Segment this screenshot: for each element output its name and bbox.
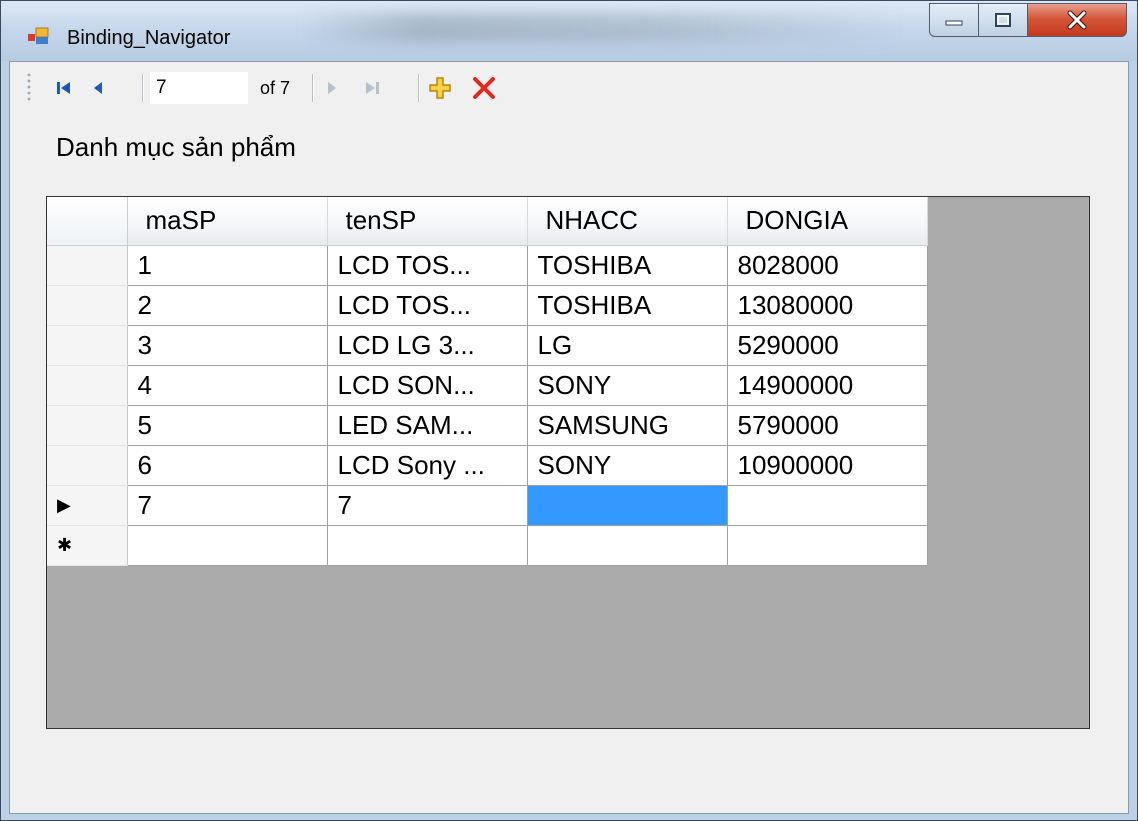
count-label: of 7 — [260, 78, 291, 98]
cell-dongia[interactable] — [727, 525, 928, 566]
cell-dongia[interactable] — [727, 485, 928, 526]
row-header[interactable] — [47, 405, 128, 446]
current-row-indicator[interactable]: ▶ — [47, 485, 128, 526]
toolbar-separator — [418, 74, 419, 102]
cell-masp[interactable] — [127, 525, 328, 566]
minimize-icon — [945, 20, 963, 26]
move-last-icon — [366, 82, 379, 94]
cell-nhacc-selected[interactable] — [527, 485, 728, 526]
cell-nhacc[interactable]: SONY — [527, 365, 728, 406]
products-data-grid[interactable]: maSP tenSP NHACC DONGIA 1 LCD TOS... TOS… — [46, 196, 1090, 729]
move-next-button[interactable] — [318, 74, 346, 102]
add-new-icon — [429, 77, 451, 99]
cell-tensp[interactable]: LCD TOS... — [327, 285, 528, 326]
cell-tensp[interactable] — [327, 525, 528, 566]
move-first-button[interactable] — [50, 74, 78, 102]
toolbar-separator — [312, 74, 313, 102]
move-previous-button[interactable] — [84, 74, 112, 102]
cell-nhacc[interactable]: SONY — [527, 445, 728, 486]
new-row[interactable]: ✱ — [47, 525, 928, 566]
row-header[interactable] — [47, 325, 128, 366]
cell-dongia[interactable]: 14900000 — [727, 365, 928, 406]
window-title: Binding_Navigator — [67, 27, 231, 49]
table-row[interactable]: 6 LCD Sony ... SONY 10900000 — [47, 445, 928, 486]
cell-tensp[interactable]: LCD LG 3... — [327, 325, 528, 366]
cell-nhacc[interactable]: TOSHIBA — [527, 245, 728, 286]
cell-dongia[interactable]: 8028000 — [727, 245, 928, 286]
row-header[interactable] — [47, 245, 128, 286]
cell-tensp[interactable]: 7 — [327, 485, 528, 526]
table-row[interactable]: 1 LCD TOS... TOSHIBA 8028000 — [47, 245, 928, 286]
column-header-tensp[interactable]: tenSP — [327, 197, 528, 246]
table-row[interactable]: 4 LCD SON... SONY 14900000 — [47, 365, 928, 406]
position-input[interactable] — [150, 72, 248, 104]
move-first-icon — [57, 82, 70, 94]
page-title: Danh mục sản phẩm — [56, 132, 296, 162]
title-bar[interactable]: Binding_Navigator — [1, 1, 1137, 61]
cell-tensp[interactable]: LCD Sony ... — [327, 445, 528, 486]
cell-nhacc[interactable] — [527, 525, 728, 566]
close-icon — [1067, 10, 1087, 30]
row-header[interactable] — [47, 285, 128, 326]
row-header[interactable] — [47, 445, 128, 486]
maximize-button[interactable] — [978, 3, 1028, 37]
delete-button[interactable] — [470, 74, 498, 102]
cell-nhacc[interactable]: SAMSUNG — [527, 405, 728, 446]
form-client-area: of 7 — [9, 61, 1129, 814]
grid-corner-header[interactable] — [47, 197, 128, 246]
table-row[interactable]: 2 LCD TOS... TOSHIBA 13080000 — [47, 285, 928, 326]
cell-nhacc[interactable]: TOSHIBA — [527, 285, 728, 326]
cell-tensp[interactable]: LCD SON... — [327, 365, 528, 406]
move-next-icon — [328, 82, 336, 94]
delete-icon — [473, 77, 495, 99]
minimize-button[interactable] — [929, 3, 979, 37]
toolbar-grip[interactable] — [26, 72, 32, 102]
cell-dongia[interactable]: 10900000 — [727, 445, 928, 486]
cell-masp[interactable]: 7 — [127, 485, 328, 526]
cell-masp[interactable]: 2 — [127, 285, 328, 326]
add-new-button[interactable] — [426, 74, 454, 102]
column-header-nhacc[interactable]: NHACC — [527, 197, 728, 246]
title-bar-background — [301, 13, 901, 43]
table-row[interactable]: 5 LED SAM... SAMSUNG 5790000 — [47, 405, 928, 446]
cell-dongia[interactable]: 5290000 — [727, 325, 928, 366]
cell-masp[interactable]: 6 — [127, 445, 328, 486]
table-row-current[interactable]: ▶ 7 7 — [47, 485, 928, 526]
cell-tensp[interactable]: LCD TOS... — [327, 245, 528, 286]
maximize-icon — [995, 13, 1011, 27]
binding-navigator-window: Binding_Navigator 7 of 7 Danh mục sản ph… — [0, 0, 1138, 821]
cell-masp[interactable]: 3 — [127, 325, 328, 366]
form-icon — [28, 27, 49, 44]
toolbar-separator — [142, 74, 143, 102]
cell-masp[interactable]: 1 — [127, 245, 328, 286]
new-row-indicator[interactable]: ✱ — [47, 525, 128, 566]
cell-masp[interactable]: 4 — [127, 365, 328, 406]
cell-nhacc[interactable]: LG — [527, 325, 728, 366]
column-header-masp[interactable]: maSP — [127, 197, 328, 246]
cell-masp[interactable]: 5 — [127, 405, 328, 446]
cell-dongia[interactable]: 13080000 — [727, 285, 928, 326]
column-header-dongia[interactable]: DONGIA — [727, 197, 928, 246]
binding-navigator-toolbar: of 7 — [10, 62, 1128, 118]
table-row[interactable]: 3 LCD LG 3... LG 5290000 — [47, 325, 928, 366]
close-button[interactable] — [1027, 3, 1127, 37]
move-previous-icon — [94, 82, 102, 94]
grid-header-row: maSP tenSP NHACC DONGIA — [47, 197, 928, 246]
move-last-button[interactable] — [358, 74, 386, 102]
row-header[interactable] — [47, 365, 128, 406]
grid-table: maSP tenSP NHACC DONGIA 1 LCD TOS... TOS… — [47, 197, 928, 566]
cell-tensp[interactable]: LED SAM... — [327, 405, 528, 446]
cell-dongia[interactable]: 5790000 — [727, 405, 928, 446]
